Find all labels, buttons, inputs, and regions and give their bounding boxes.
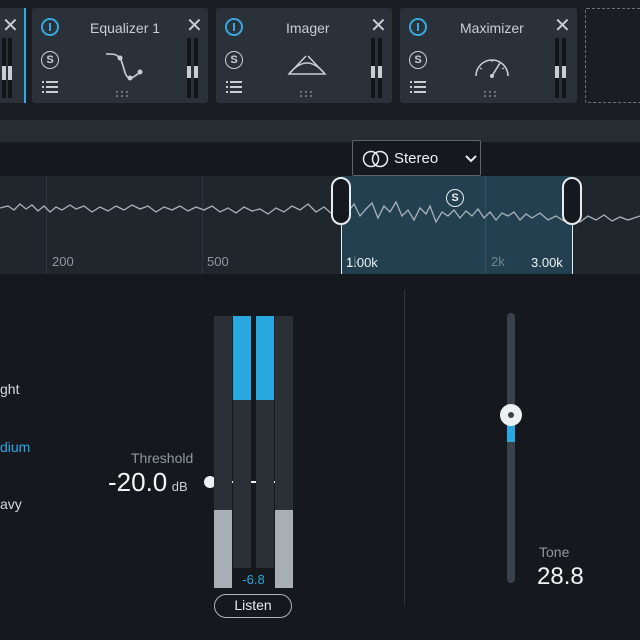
module-meter [371, 38, 375, 98]
grip-icon[interactable] [484, 91, 498, 99]
gauge-icon [475, 59, 509, 78]
listen-button[interactable]: Listen [214, 594, 292, 618]
close-icon[interactable]: ✕ [2, 16, 19, 36]
band-low-value[interactable]: 1.00k [346, 255, 378, 270]
tone-label: Tone [539, 544, 570, 560]
stereo-width-icon [287, 55, 327, 75]
module-card-partial[interactable]: ✕ [0, 8, 26, 103]
stereo-mode-label: Stereo [394, 150, 439, 167]
gr-meter-right [256, 316, 274, 568]
tone-value[interactable]: 28.8 [537, 563, 584, 591]
gr-level-left [233, 316, 251, 400]
list-icon[interactable] [226, 81, 242, 93]
input-level-right [275, 510, 293, 588]
module-meter [187, 38, 191, 98]
input-level-left [214, 510, 232, 588]
tone-slider-knob[interactable] [500, 404, 522, 426]
module-card-maximizer[interactable]: Maximizer ✕ S [400, 8, 577, 103]
stereo-rings-icon [362, 150, 389, 168]
tone-slider-track[interactable] [507, 313, 515, 583]
gr-level-right [256, 316, 274, 400]
grip-icon[interactable] [116, 91, 130, 99]
threshold-readout[interactable]: -20.0 dB [108, 467, 188, 498]
panel-divider [404, 290, 405, 605]
power-icon[interactable] [225, 18, 243, 36]
strip-scrollbar[interactable] [0, 120, 640, 142]
close-icon[interactable]: ✕ [370, 16, 387, 36]
module-meter [378, 38, 382, 98]
gain-reduction-value: -6.8 [242, 572, 265, 587]
band-edge-line [341, 222, 342, 274]
gr-meter-left [233, 316, 251, 568]
power-icon[interactable] [41, 18, 59, 36]
freq-label: 2k [491, 254, 505, 269]
close-icon[interactable]: ✕ [186, 16, 203, 36]
chevron-down-icon [465, 155, 477, 163]
module-meter [2, 38, 6, 98]
module-meter [555, 38, 559, 98]
band-edge-line [572, 222, 573, 274]
input-meter-right [275, 316, 293, 588]
module-title: Imager [286, 20, 330, 36]
stereo-mode-dropdown[interactable]: Stereo [352, 140, 481, 176]
grip-icon[interactable] [300, 91, 314, 99]
mode-option-medium[interactable]: dium [0, 439, 30, 455]
module-card-equalizer[interactable]: Equalizer 1 ✕ S [32, 8, 208, 103]
band-high-handle[interactable] [562, 177, 582, 225]
band-high-value[interactable]: 3.00k [531, 255, 563, 270]
module-title: Equalizer 1 [90, 20, 161, 36]
freq-label: 500 [207, 254, 229, 269]
threshold-label: Threshold [131, 450, 194, 466]
band-low-handle[interactable] [331, 177, 351, 225]
mode-option-light[interactable]: ght [0, 381, 19, 397]
mode-option-heavy[interactable]: avy [0, 496, 22, 512]
module-card-imager[interactable]: Imager ✕ S [216, 8, 392, 103]
list-icon[interactable] [410, 81, 426, 93]
close-icon[interactable]: ✕ [554, 16, 571, 36]
module-border-accent [24, 8, 26, 103]
input-meter-left [214, 316, 232, 588]
module-meter [562, 38, 566, 98]
module-meter [8, 38, 12, 98]
module-meter [194, 38, 198, 98]
eq-curve-icon [105, 53, 143, 81]
solo-button[interactable]: S [41, 51, 59, 69]
threshold-unit: dB [171, 479, 188, 494]
empty-module-slot[interactable] [585, 8, 640, 103]
solo-button[interactable]: S [225, 51, 243, 69]
solo-button[interactable]: S [409, 51, 427, 69]
threshold-value[interactable]: -20.0 [108, 467, 167, 497]
list-icon[interactable] [42, 81, 58, 93]
freq-label: 200 [52, 254, 74, 269]
band-solo-button[interactable]: S [446, 189, 464, 207]
power-icon[interactable] [409, 18, 427, 36]
module-title: Maximizer [460, 20, 524, 36]
